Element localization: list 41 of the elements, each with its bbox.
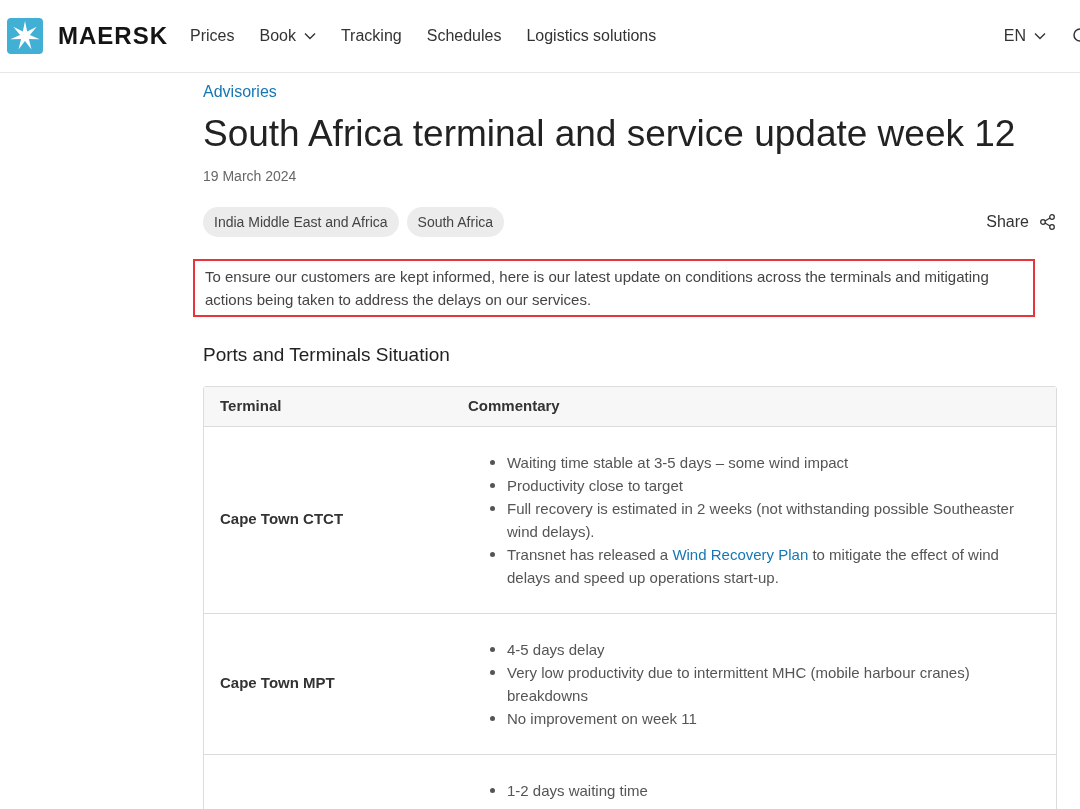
bullet-icon [490,715,495,721]
terminal-name: Cape Town CTCT [220,510,344,528]
nav-link[interactable]: Schedules [426,24,502,48]
tag[interactable]: India Middle East and Africa [203,207,399,237]
nav-link[interactable]: Logistics solutions [526,24,657,48]
bullet-text: Transnet has released a Wind Recovery Plan to mitigate the effect of wind delays and speed up operations start-up. [507,544,1000,588]
nav-link[interactable]: Tracking [340,24,402,48]
language-selector[interactable]: EN [1003,24,1046,48]
breadcrumb-link[interactable]: Advisories [203,80,1057,104]
tag[interactable]: South Africa [406,207,505,237]
search-icon[interactable] [1072,28,1080,44]
brand-name[interactable]: MAERSK [58,18,168,54]
bullet-icon [490,646,495,652]
page-title: South Africa terminal and service update week 12 [203,112,1017,156]
bullet-icon [490,669,495,675]
chevron-down-icon [1034,32,1046,40]
share-button[interactable]: Share [986,210,1057,234]
bullet-text: Waiting time stable at 3-5 days – some wind impact [507,452,849,473]
bullet-text: 4-5 days delay [507,639,605,660]
star-logo-icon [7,18,43,54]
bullet-text: No improvement on week 11 [507,708,697,729]
link[interactable]: Wind Recovery Plan [672,545,809,563]
bullet-text: Very low productivity due to intermittent MHC (mobile harbour cranes) breakdowns [507,662,971,706]
bullet-icon [490,551,495,557]
bullet-text: Full recovery is estimated in 2 weeks (not withstanding possible Southeaster wind delays). [507,498,1015,542]
column-header: Terminal [219,395,283,416]
bullet-icon [490,482,495,488]
intro-paragraph: To ensure our customers are kept informed, here is our latest update on conditions across the terminals and mitigating actions being taken to address the delays on our services. [205,267,990,310]
bullet-icon [490,459,495,465]
column-header: Commentary [468,395,561,416]
section-title: Ports and Terminals Situation [203,343,451,367]
nav-link[interactable]: Book [259,24,316,48]
nav-link[interactable]: Prices [190,24,235,48]
bullet-text: Productivity close to target [507,475,683,496]
publish-date: 19 March 2024 [203,167,298,186]
bullet-icon [490,505,495,511]
bullet-text: 1-2 days waiting time [507,780,648,801]
terminal-name: Cape Town MPT [220,674,335,692]
bullet-icon [490,787,495,793]
chevron-down-icon [303,32,316,40]
share-icon [1039,213,1057,231]
